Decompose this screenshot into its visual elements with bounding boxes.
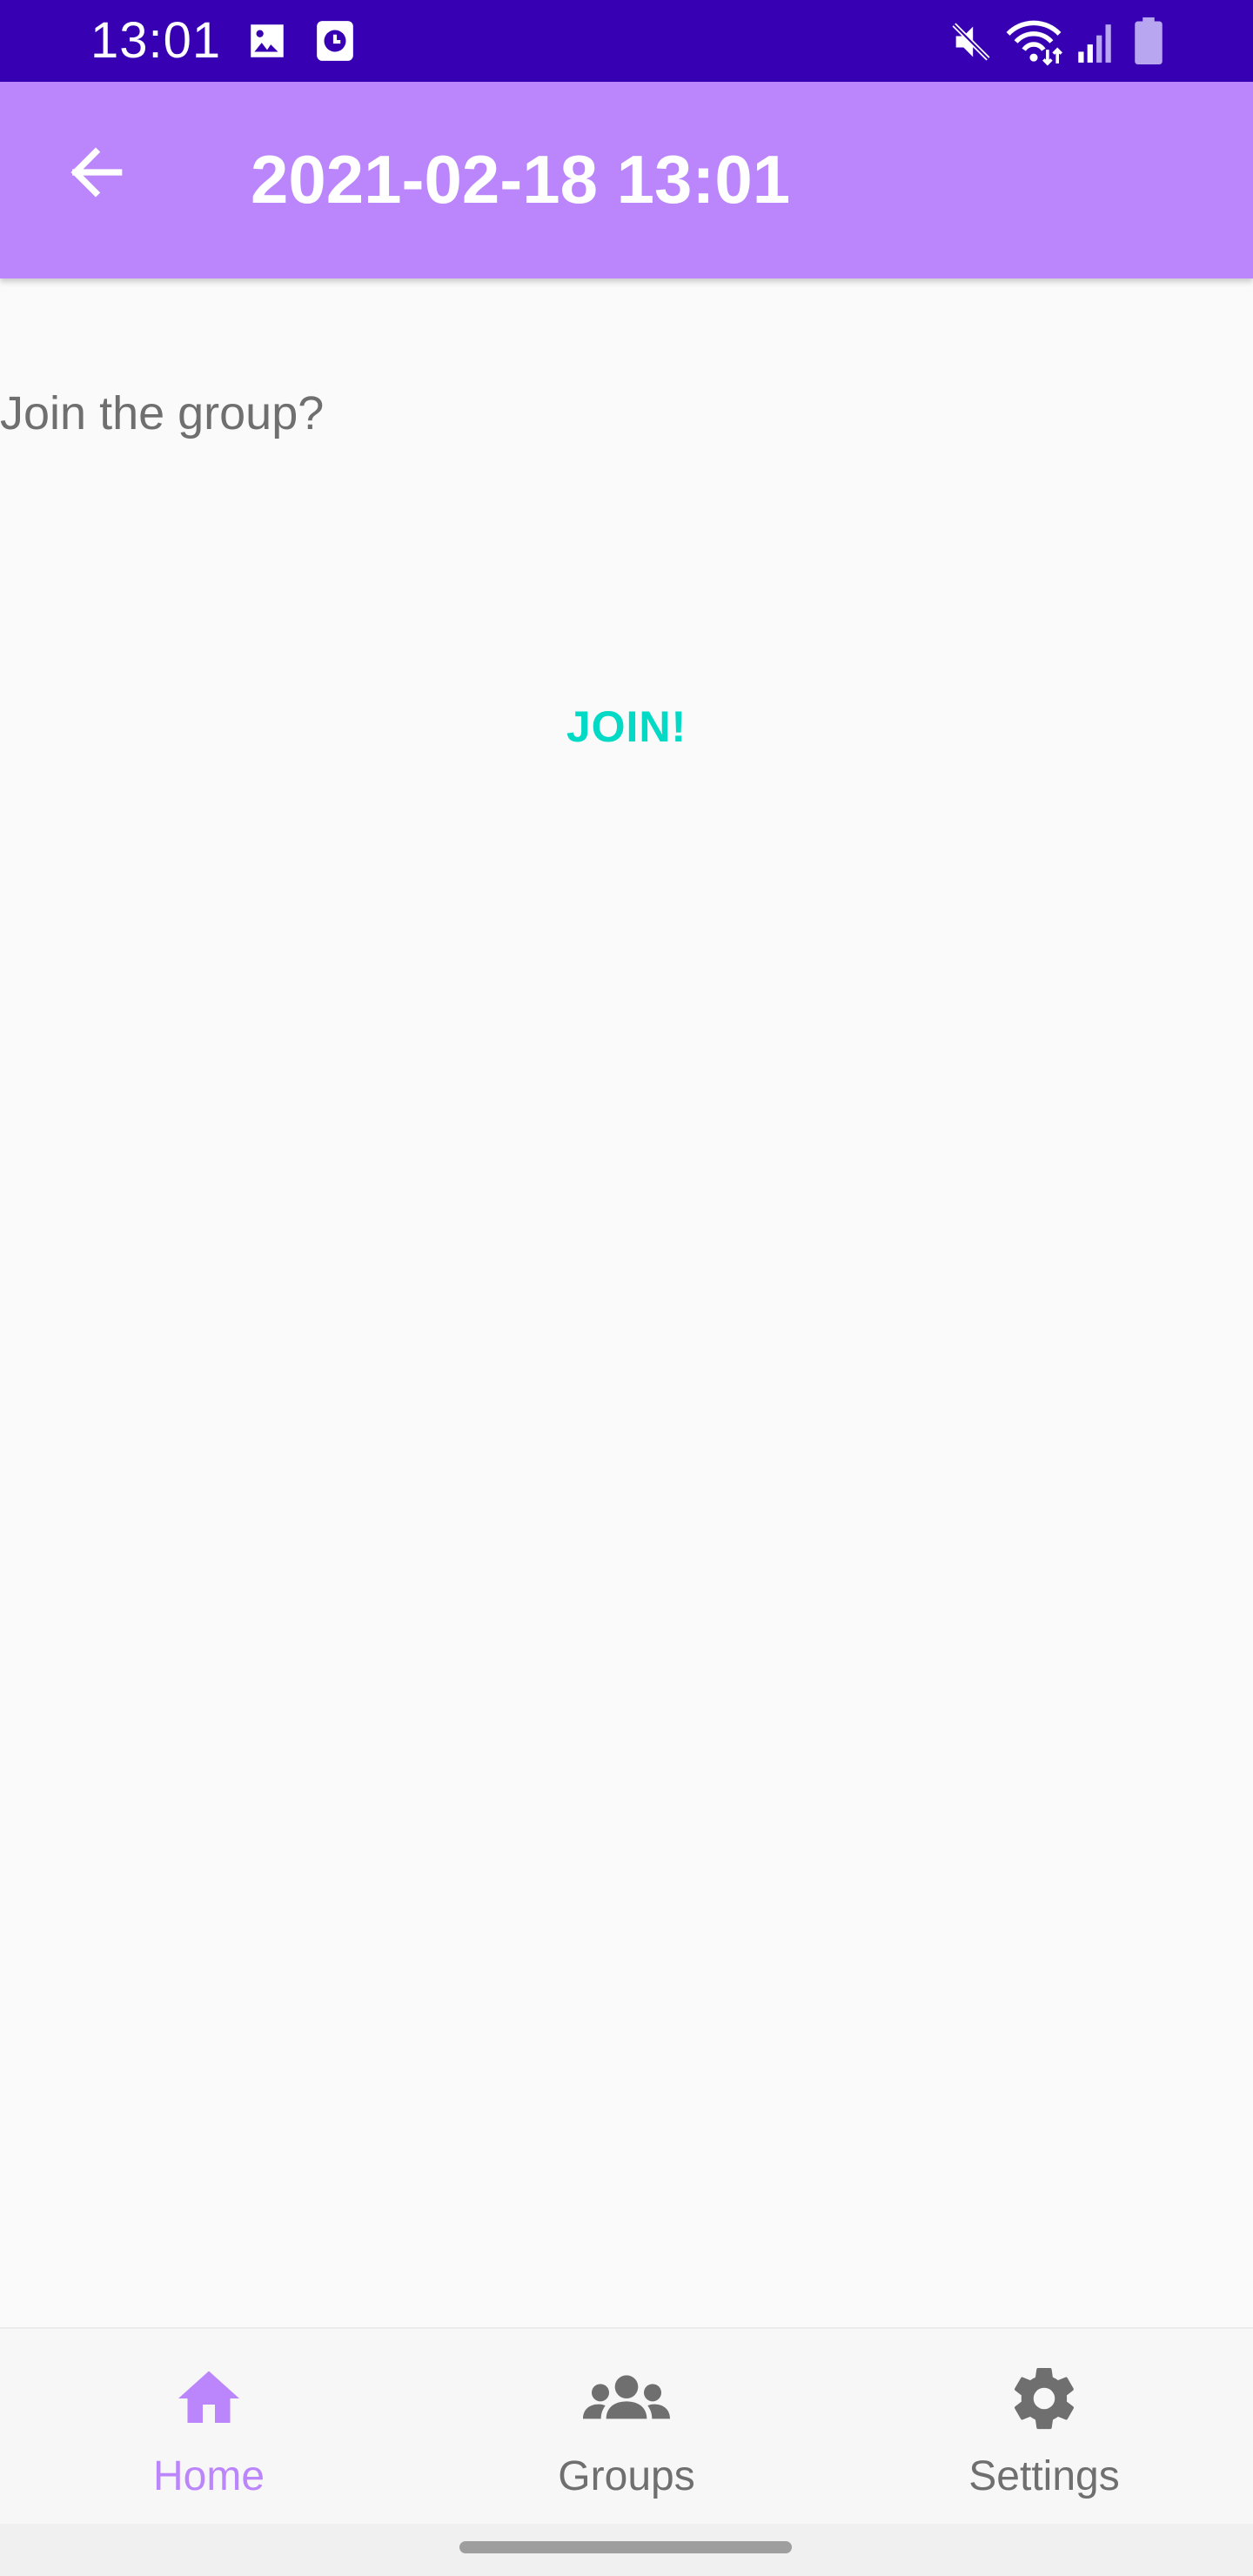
nav-label-groups: Groups [558, 2453, 695, 2499]
back-button[interactable] [54, 131, 137, 214]
join-button[interactable]: JOIN! [539, 688, 714, 766]
nav-item-settings[interactable]: Settings [835, 2329, 1253, 2526]
nav-label-home: Home [152, 2453, 265, 2499]
status-bar: 13:01 [0, 0, 1253, 82]
mute-icon [952, 23, 990, 61]
home-icon [178, 2371, 239, 2423]
alarm-icon [317, 21, 353, 61]
gesture-navigation-area [0, 2524, 1253, 2576]
join-prompt-text: Join the group? [0, 387, 325, 439]
bottom-navigation: Home Groups Settings [0, 2327, 1253, 2526]
signal-icon [1078, 24, 1111, 63]
gear-icon [1014, 2368, 1075, 2430]
app-bar: 2021-02-18 13:01 [0, 82, 1253, 278]
image-icon [251, 24, 284, 57]
status-time: 13:01 [90, 12, 222, 69]
nav-label-settings: Settings [968, 2453, 1120, 2499]
gesture-handle[interactable] [459, 2541, 792, 2553]
nav-item-home[interactable]: Home [0, 2329, 418, 2526]
nav-item-groups[interactable]: Groups [418, 2329, 835, 2526]
battery-icon [1135, 17, 1163, 64]
arrow-back-icon [70, 147, 123, 198]
page-title: 2021-02-18 13:01 [251, 141, 791, 218]
groups-icon [583, 2375, 670, 2419]
wifi-icon [1006, 20, 1063, 66]
